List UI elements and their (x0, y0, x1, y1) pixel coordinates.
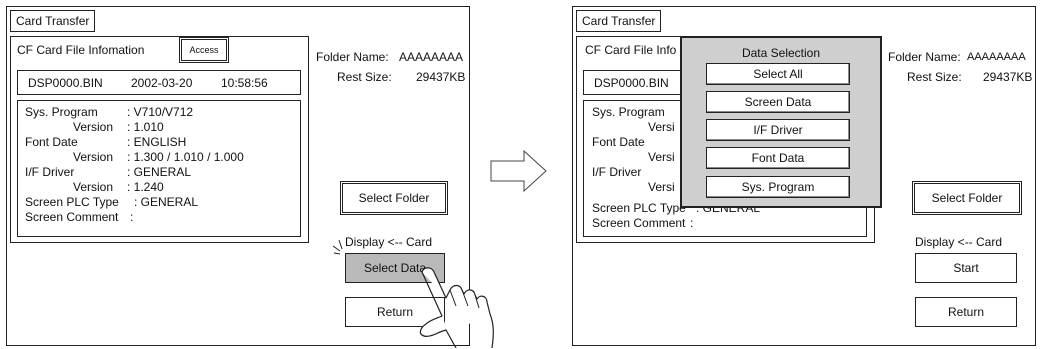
detail-label: I/F Driver (592, 165, 642, 179)
left-select-folder-button[interactable]: Select Folder (340, 181, 448, 215)
detail-value: : GENERAL (134, 195, 199, 209)
left-folder-name-label: Folder Name: (316, 50, 389, 64)
detail-label: I/F Driver (25, 165, 75, 179)
detail-value: : (690, 216, 694, 230)
right-file-info-header: CF Card File Info (585, 43, 677, 57)
option-sys-program[interactable]: Sys. Program (706, 176, 850, 198)
detail-label: Sys. Program (592, 105, 665, 119)
right-rest-size-value: 29437KB (983, 70, 1033, 84)
pointing-hand-icon (419, 267, 494, 348)
detail-label: Version (73, 120, 114, 134)
left-file-time: 10:58:56 (221, 76, 268, 90)
detail-label: Font Date (25, 135, 78, 149)
right-select-folder-button[interactable]: Select Folder (912, 181, 1022, 215)
detail-label: Version (73, 180, 114, 194)
left-display-direction: Display <-- Card (345, 235, 433, 249)
detail-label: Screen PLC Type (25, 195, 119, 209)
detail-label: Screen Comment (25, 210, 119, 224)
detail-value: : (130, 210, 134, 224)
detail-label: Versi (648, 120, 675, 134)
detail-label: Screen PLC Type (592, 201, 686, 215)
right-rest-size-label: Rest Size: (907, 70, 962, 84)
left-rest-size-value: 29437KB (416, 70, 466, 84)
right-arrow-icon (490, 150, 547, 192)
click-spark-icon (332, 239, 343, 255)
left-file-name: DSP0000.BIN (28, 76, 103, 90)
detail-value: : ENGLISH (127, 135, 187, 149)
detail-label: Versi (648, 180, 675, 194)
right-tab-card-transfer[interactable]: Card Transfer (576, 10, 662, 32)
detail-label: Versi (648, 150, 675, 164)
detail-value: : 1.240 (127, 180, 164, 194)
detail-label: Screen Comment (592, 216, 686, 230)
left-file-date: 2002-03-20 (131, 76, 193, 90)
right-folder-name-label: Folder Name: (888, 50, 961, 64)
right-folder-name-value: AAAAAAAA (967, 51, 1026, 63)
left-file-info-header: CF Card File Infomation (17, 43, 145, 57)
option-font-data[interactable]: Font Data (706, 147, 850, 169)
option-screen-data[interactable]: Screen Data (706, 91, 850, 113)
detail-label: Font Date (592, 135, 645, 149)
right-file-name: DSP0000.BIN (594, 76, 669, 90)
start-button[interactable]: Start (915, 253, 1017, 283)
detail-value: : V710/V712 (127, 105, 194, 119)
left-rest-size-label: Rest Size: (337, 70, 392, 84)
detail-value: : 1.300 / 1.010 / 1.000 (127, 150, 244, 164)
left-tab-card-transfer[interactable]: Card Transfer (10, 10, 96, 32)
option-if-driver[interactable]: I/F Driver (706, 119, 850, 141)
detail-label: Version (73, 150, 114, 164)
left-folder-name-value: AAAAAAAA (399, 50, 464, 64)
access-button[interactable]: Access (179, 37, 229, 63)
detail-value: : GENERAL (127, 165, 192, 179)
right-return-button[interactable]: Return (915, 297, 1017, 327)
right-display-direction: Display <-- Card (915, 235, 1003, 249)
detail-label: Sys. Program (25, 105, 98, 119)
data-selection-title: Data Selection (741, 46, 821, 60)
detail-value: : 1.010 (127, 120, 164, 134)
option-select-all[interactable]: Select All (706, 63, 850, 85)
